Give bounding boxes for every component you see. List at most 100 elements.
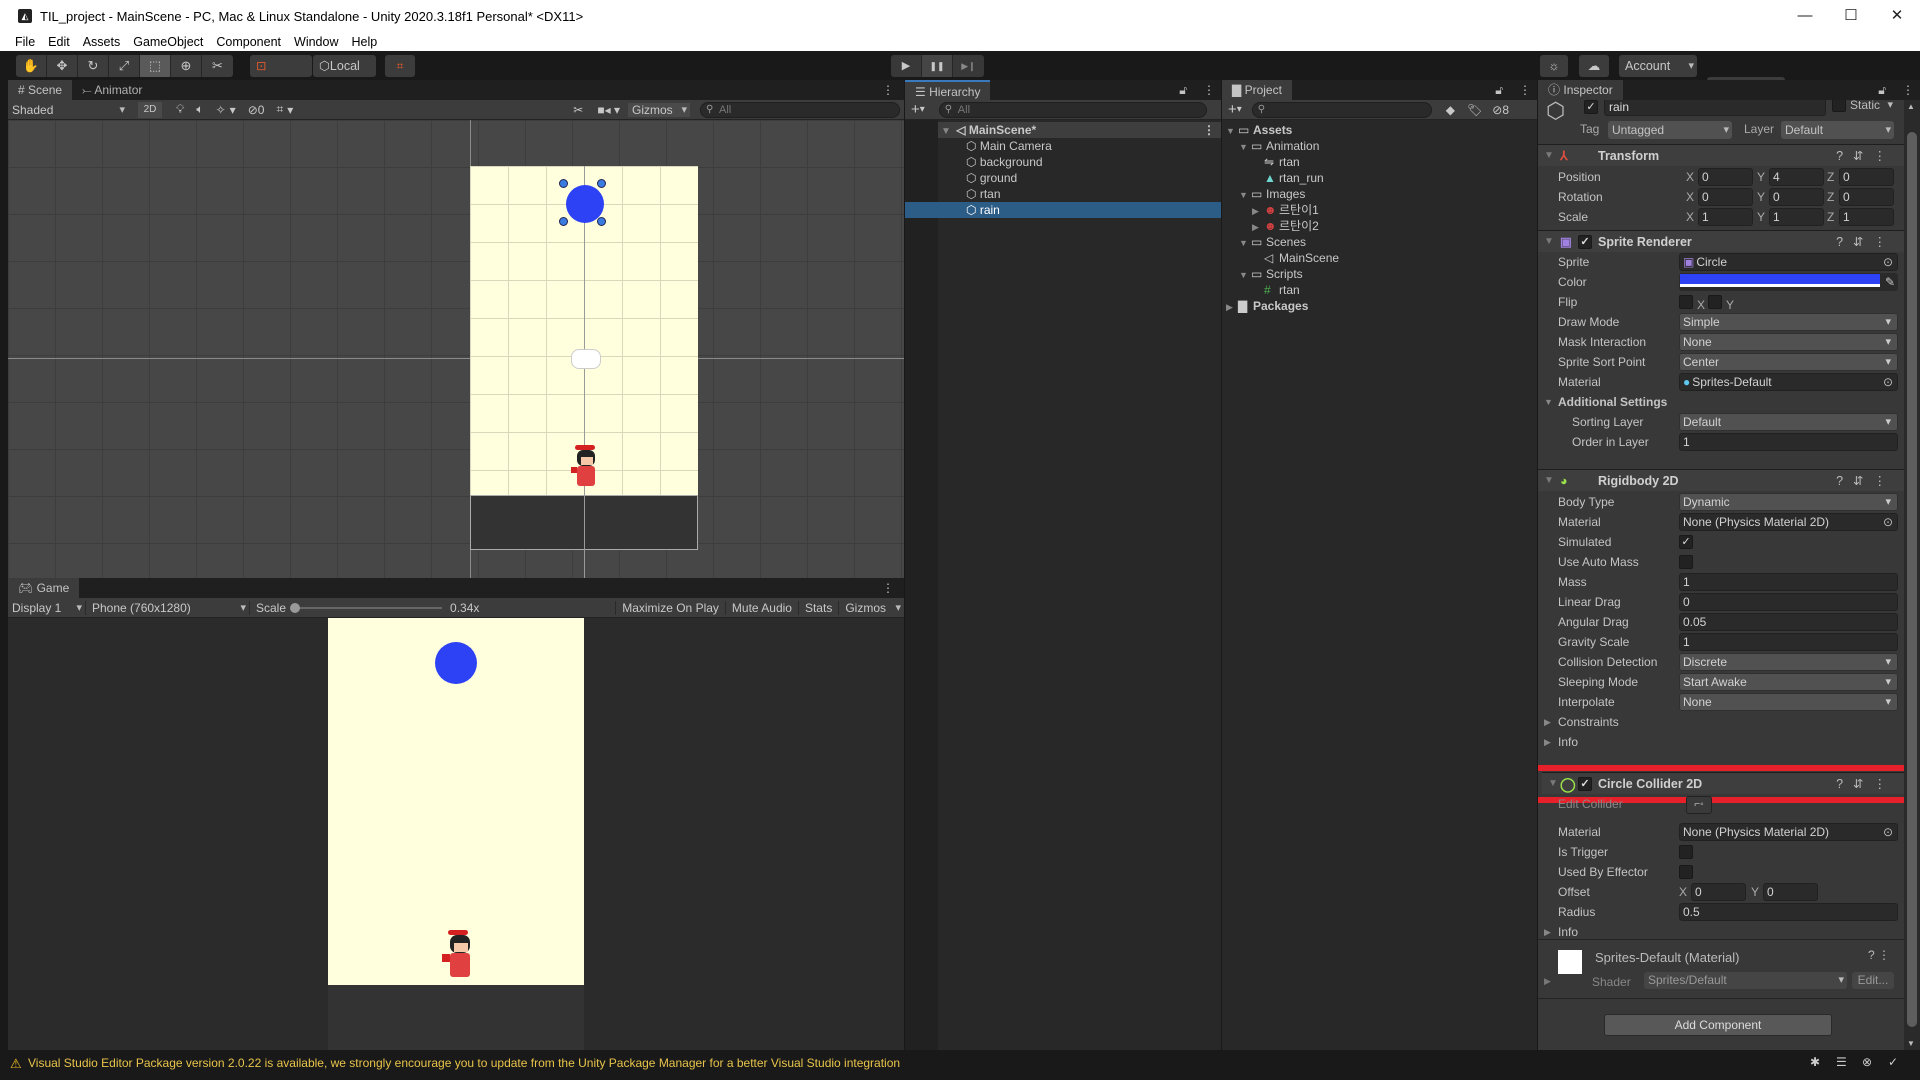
material-header-icons[interactable]: ? ⋮	[1868, 948, 1890, 962]
linear-drag-input[interactable]: 0	[1679, 593, 1898, 611]
fold-arrow-icon[interactable]: ▼	[1226, 123, 1238, 139]
tab-game[interactable]: 🎮︎ Game	[8, 578, 80, 598]
shader-dropdown[interactable]: Sprites/Default	[1644, 972, 1847, 989]
sleeping-mode-dropdown[interactable]: Start Awake	[1679, 673, 1898, 691]
effects-dropdown-icon[interactable]: ▾	[230, 103, 236, 117]
use-auto-mass-checkbox[interactable]	[1679, 555, 1693, 569]
edit-shader-button[interactable]: Edit...	[1852, 972, 1894, 989]
project-search-input[interactable]	[1251, 101, 1432, 118]
color-swatch[interactable]	[1680, 274, 1880, 287]
gizmos-dropdown[interactable]: Gizmos	[628, 102, 690, 117]
component-header-icons[interactable]: ?⇵⋮	[1836, 773, 1896, 795]
tab-project[interactable]: ▇ Project	[1222, 80, 1292, 100]
pivot-local-button[interactable]: ⬡Local	[313, 55, 376, 77]
scale-slider-handle[interactable]	[290, 602, 301, 613]
move-tool-icon[interactable]: ✥	[47, 55, 78, 77]
project-item[interactable]: ◁ MainScene	[1222, 250, 1537, 266]
add-icon[interactable]: +	[1228, 101, 1237, 118]
rect-handle[interactable]	[597, 217, 606, 226]
lighting-icon[interactable]: 💡︎	[176, 102, 184, 117]
fold-arrow-icon[interactable]: ▼	[1544, 392, 1553, 412]
transform-tool-icon[interactable]: ⊕	[171, 55, 202, 77]
custom-tool-icon[interactable]: ✂	[202, 55, 233, 77]
menu-assets[interactable]: Assets	[83, 35, 121, 49]
draw-mode-dropdown[interactable]: Simple	[1679, 313, 1898, 331]
mass-input[interactable]: 1	[1679, 573, 1898, 591]
tag-dropdown[interactable]: Untagged	[1608, 121, 1732, 139]
used-by-effector-checkbox[interactable]	[1679, 865, 1693, 879]
static-dropdown[interactable]: Static	[1850, 100, 1896, 112]
project-menu-icon[interactable]: ⋮	[1513, 80, 1537, 100]
resolution-dropdown[interactable]: Phone (760x1280)	[86, 600, 250, 615]
rigidbody-header[interactable]: ▼ ◕ Rigidbody 2D ?⇵⋮	[1538, 469, 1904, 491]
sprite-renderer-header[interactable]: ▼ ▣ ✓ Sprite Renderer ?⇵⋮	[1538, 230, 1904, 252]
maximize-on-play-toggle[interactable]: Maximize On Play	[615, 600, 725, 615]
menu-window[interactable]: Window	[294, 35, 338, 49]
radius-input[interactable]: 0.5	[1679, 903, 1898, 921]
cache-icon[interactable]: ☰	[1836, 1055, 1847, 1069]
simulated-checkbox[interactable]: ✓	[1679, 535, 1693, 549]
step-button[interactable]: ▶❙	[953, 55, 984, 77]
pivot-center-button[interactable]: ⊡ Center	[250, 55, 312, 95]
cc-material-field[interactable]: None (Physics Material 2D) ⊙	[1679, 823, 1898, 841]
object-picker-icon[interactable]: ⊙	[1883, 374, 1893, 390]
sorting-layer-dropdown[interactable]: Default	[1679, 413, 1898, 431]
scene-menu-icon[interactable]: ⋮	[1203, 122, 1215, 138]
object-picker-icon[interactable]: ⊙	[1883, 514, 1893, 530]
sprite-sort-point-dropdown[interactable]: Center	[1679, 353, 1898, 371]
camera-gizmo-icon[interactable]	[571, 349, 601, 369]
add-dropdown-icon[interactable]: ▾	[920, 104, 925, 115]
close-button[interactable]: ✕	[1874, 0, 1920, 32]
flip-x-checkbox[interactable]	[1679, 295, 1693, 309]
object-picker-icon[interactable]: ⊙	[1883, 824, 1893, 840]
project-item[interactable]: ▼ ▭ Images	[1222, 186, 1537, 202]
hierarchy-search-input[interactable]: All	[938, 101, 1207, 118]
tools-icon[interactable]: ✂	[573, 103, 583, 117]
stats-toggle[interactable]: Stats	[797, 600, 838, 615]
cloud-icon[interactable]: ☁	[1579, 55, 1609, 77]
inspector-scrollbar[interactable]: ▲ ▼	[1904, 100, 1920, 1050]
lock-icon[interactable]: 🔓︎	[1169, 80, 1197, 100]
project-item[interactable]: # rtan	[1222, 282, 1537, 298]
fold-arrow-icon[interactable]: ▼	[1239, 139, 1251, 155]
filter-type-icon[interactable]: ◆	[1446, 103, 1455, 117]
minimize-button[interactable]: —	[1782, 0, 1828, 32]
add-icon[interactable]: +	[911, 101, 920, 118]
grid-dropdown-icon[interactable]: ▾	[287, 103, 293, 117]
hierarchy-item[interactable]: ⬡ ground	[938, 170, 1221, 186]
menu-help[interactable]: Help	[351, 35, 377, 49]
expand-arrow-icon[interactable]: ▶	[1252, 219, 1264, 235]
add-component-button[interactable]: Add Component	[1604, 1014, 1832, 1036]
hierarchy-item[interactable]: ⬡ rtan	[938, 186, 1221, 202]
pause-button[interactable]: ❚❚	[922, 55, 953, 77]
effects-icon[interactable]: ✧	[216, 103, 226, 117]
expand-arrow-icon[interactable]: ▶	[1544, 712, 1551, 732]
order-in-layer-input[interactable]: 1	[1679, 433, 1898, 451]
hierarchy-item-selected[interactable]: ⬡ rain	[905, 202, 1221, 218]
tab-inspector[interactable]: ⓘ Inspector	[1538, 80, 1623, 100]
status-warning-text[interactable]: Visual Studio Editor Package version 2.0…	[28, 1056, 900, 1070]
color-field[interactable]: ✎	[1679, 273, 1898, 291]
sprite-renderer-enabled-checkbox[interactable]: ✓	[1578, 235, 1592, 249]
lock-icon[interactable]: 🔓︎	[1485, 80, 1513, 100]
rect-handle[interactable]	[559, 179, 568, 188]
maximize-button[interactable]: ☐	[1828, 0, 1874, 32]
scale-tool-icon[interactable]: ⤢	[109, 55, 140, 77]
tab-scene[interactable]: # Scene	[8, 80, 73, 100]
play-button[interactable]: ▶	[891, 55, 922, 77]
expand-arrow-icon[interactable]: ▶	[1544, 732, 1551, 752]
hidden-packages-icon[interactable]: ⊘	[1492, 103, 1502, 117]
rect-tool-icon[interactable]: ⬚	[140, 55, 171, 77]
camera-icon[interactable]: ■◂ ▾	[597, 103, 620, 117]
hierarchy-item[interactable]: ⬡ Main Camera	[938, 138, 1221, 154]
scene-root-row[interactable]: ▼ ◁ MainScene* ⋮	[938, 122, 1221, 138]
rtan-sprite[interactable]	[571, 445, 601, 493]
transform-header[interactable]: ▼ ⅄ Transform ?⇵⋮	[1538, 144, 1904, 166]
hierarchy-menu-icon[interactable]: ⋮	[1197, 80, 1221, 100]
lock-icon[interactable]: 🔓︎	[1868, 80, 1896, 100]
hierarchy-item[interactable]: ⬡ background	[938, 154, 1221, 170]
angular-drag-input[interactable]: 0.05	[1679, 613, 1898, 631]
fold-arrow-icon[interactable]: ▼	[1239, 267, 1251, 283]
hand-tool-icon[interactable]: ✋	[16, 55, 47, 77]
game-gizmos-dropdown[interactable]: Gizmos	[838, 600, 904, 615]
